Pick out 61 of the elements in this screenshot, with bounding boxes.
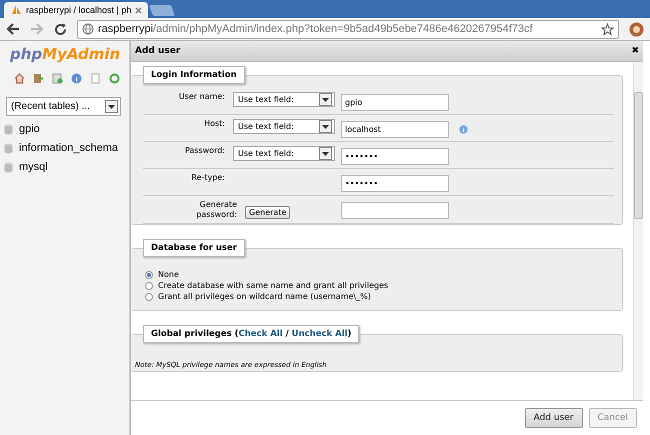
caret-icon (322, 152, 329, 156)
database-link[interactable]: information_schema (19, 142, 118, 154)
forward-icon[interactable] (30, 23, 44, 35)
database-icon (4, 142, 13, 154)
sailboat-icon (10, 4, 22, 16)
close-button[interactable]: ✖ (631, 46, 639, 56)
caret-icon (322, 98, 329, 102)
database-icon (4, 124, 13, 134)
radio-label: None (158, 270, 179, 279)
close-icon[interactable] (135, 6, 142, 14)
field-label: Re-type: (190, 173, 226, 183)
uncheck-all-link[interactable]: Uncheck All (292, 329, 348, 339)
scrollbar[interactable] (633, 62, 643, 400)
field-label: Host: (203, 119, 226, 129)
database-icon (4, 162, 13, 172)
url-text: raspberrypi/admin/phpMyAdmin/index.php?token=9b5ad49b5ebe7486e4620267954f73cf (98, 23, 534, 35)
input-field[interactable]: localhost (341, 121, 449, 138)
field-label: Generate password: (195, 200, 238, 220)
database-link[interactable]: gpio (19, 123, 40, 135)
radio-label: Create database with same name and grant all privileges (158, 281, 388, 290)
exit-icon[interactable] (33, 73, 44, 84)
add-user-button[interactable]: Add user (524, 408, 582, 428)
select-dropdown[interactable]: Use text field: (233, 119, 335, 134)
radio-button[interactable] (145, 292, 153, 300)
input-field[interactable]: ••••••• (341, 175, 449, 192)
help-icon[interactable] (71, 73, 82, 84)
input-field[interactable]: gpio (341, 94, 449, 111)
recent-tables-dropdown[interactable]: (Recent tables) ... (6, 97, 121, 116)
globe-icon (82, 23, 94, 35)
radio-button[interactable] (145, 282, 153, 290)
dialog-title: Add user (135, 46, 180, 56)
app-logo[interactable]: phpMyAdmin (10, 45, 120, 63)
database-link[interactable]: mysql (19, 161, 48, 173)
caret-icon (322, 124, 329, 128)
radio-label: Grant all privileges on wildcard name (username\_%) (158, 292, 371, 301)
help-icon[interactable] (459, 125, 468, 134)
separator-text: / (286, 329, 289, 339)
back-icon[interactable] (6, 23, 20, 35)
home-icon[interactable] (14, 73, 25, 84)
section-legend: Database for user (143, 239, 245, 257)
generate-button[interactable]: Generate (245, 206, 290, 219)
caret-icon (108, 104, 115, 108)
input-field[interactable]: ••••••• (341, 148, 449, 165)
tab-title: raspberrypi / localhost | ph (26, 5, 132, 15)
section-legend: Global privileges ( (151, 329, 238, 339)
new-tab-button[interactable] (149, 5, 176, 16)
check-all-link[interactable]: Check All (238, 329, 283, 339)
radio-button[interactable] (145, 270, 153, 278)
field-label: Password: (184, 146, 226, 156)
field-label: User name: (178, 92, 226, 102)
input-field[interactable] (341, 202, 449, 219)
reload-icon[interactable] (54, 22, 67, 36)
address-bar[interactable]: raspberrypi/admin/phpMyAdmin/index.php?token=9b5ad49b5ebe7486e4620267954f73cf (77, 20, 619, 38)
legend-paren: ) (348, 329, 352, 339)
star-icon[interactable] (601, 22, 614, 36)
browser-tab[interactable]: raspberrypi / localhost | ph (4, 2, 148, 18)
extension-icon[interactable] (629, 22, 644, 36)
select-dropdown[interactable]: Use text field: (233, 146, 335, 161)
document-icon[interactable] (90, 73, 101, 84)
select-dropdown[interactable]: Use text field: (233, 92, 335, 107)
section-legend: Login Information (143, 66, 245, 84)
